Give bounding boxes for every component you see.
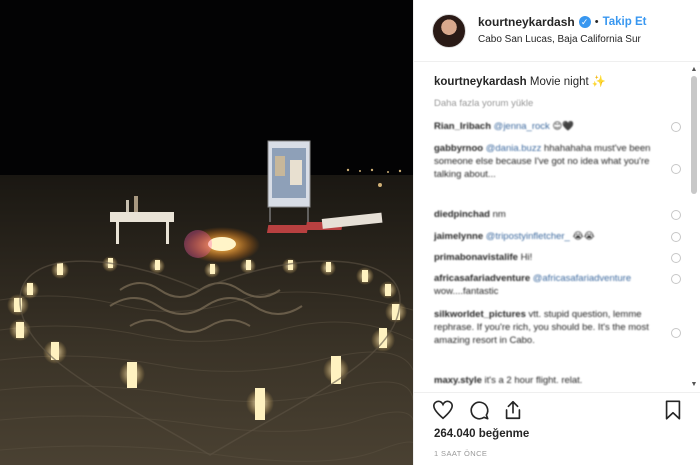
follow-button[interactable]: Takip Et [603, 16, 647, 28]
comment-item: maxy.style it's a 2 hour flight. relat. [434, 374, 654, 387]
comments-scrollbar[interactable]: ▲ ▼ [690, 66, 698, 388]
scrollbar-thumb[interactable] [691, 76, 697, 194]
comment-username[interactable]: maxy.style [434, 375, 482, 386]
comment-text: nm [492, 209, 506, 220]
username-link[interactable]: kourtneykardash [478, 15, 575, 29]
caption-text: Movie night ✨ [529, 76, 607, 88]
verified-badge-icon: ✓ [578, 16, 591, 28]
comment-username[interactable]: silkworldet_pictures [434, 309, 526, 320]
comment-item: africasafariadventure @africasafariadven… [434, 272, 654, 298]
comment-username[interactable]: Rian_Iribach [434, 121, 491, 132]
comment-item: Rian_Iribach @jenna_rock 😊🖤 [434, 120, 654, 133]
comment-like-icon[interactable] [671, 274, 681, 284]
comment-mention[interactable]: @africasafariadventure [533, 273, 631, 284]
caption-username[interactable]: kourtneykardash [434, 76, 527, 88]
comment-username[interactable]: diedpinchad [434, 209, 490, 220]
scroll-down-arrow-icon[interactable]: ▼ [690, 381, 698, 388]
comment-icon[interactable] [468, 399, 490, 421]
comment-mention[interactable]: @dania.buzz [486, 143, 542, 154]
comments-section: kourtneykardash Movie night ✨ Daha fazla… [414, 62, 700, 392]
avatar[interactable] [432, 14, 466, 48]
comment-username[interactable]: primabonavistalife [434, 252, 518, 263]
comment-like-icon[interactable] [671, 253, 681, 263]
beach-movie-night-image [0, 0, 413, 465]
comment-mention[interactable]: @jenna_rock [494, 121, 550, 132]
load-more-comments[interactable]: Daha fazla yorum yükle [434, 98, 533, 109]
comment-username[interactable]: africasafariadventure [434, 273, 530, 284]
post-sidebar: kourtneykardash ✓ • Takip Et Cabo San Lu… [413, 0, 700, 465]
scroll-up-arrow-icon[interactable]: ▲ [690, 66, 698, 73]
comment-item: diedpinchad nm [434, 208, 654, 221]
comment-like-icon[interactable] [671, 122, 681, 132]
comment-mention[interactable]: @tripostyinfletcher_ [486, 231, 570, 242]
comment-text: it's a 2 hour flight. relat. [484, 375, 583, 386]
comment-item: primabonavistalife Hi! [434, 251, 654, 264]
share-icon[interactable] [502, 399, 524, 421]
post-photo[interactable] [0, 0, 413, 465]
comment-item: gabbyrnoo @dania.buzz hhahahaha must've … [434, 142, 654, 181]
comment-like-icon[interactable] [671, 328, 681, 338]
separator-dot: • [594, 16, 599, 28]
comment-item: silkworldet_pictures vtt. stupid questio… [434, 308, 654, 347]
likes-count[interactable]: 264.040 beğenme [434, 428, 529, 440]
comment-username[interactable]: gabbyrnoo [434, 143, 483, 154]
comment-like-icon[interactable] [671, 164, 681, 174]
comment-like-icon[interactable] [671, 232, 681, 242]
header-top-row: kourtneykardash ✓ • Takip Et [478, 15, 646, 29]
location-link[interactable]: Cabo San Lucas, Baja California Sur [478, 34, 641, 45]
comment-text: 😭😭 [569, 231, 595, 242]
comment-text: 😊🖤 [549, 121, 575, 132]
bookmark-icon[interactable] [662, 399, 684, 421]
post-caption: kourtneykardash Movie night ✨ [434, 74, 606, 88]
comment-item: jaimelynne @tripostyinfletcher_ 😭😭 [434, 230, 654, 243]
heart-icon[interactable] [432, 399, 454, 421]
comment-text: Hi! [520, 252, 533, 263]
comment-username[interactable]: jaimelynne [434, 231, 483, 242]
comment-text: wow....fantastic [434, 286, 499, 297]
post-header: kourtneykardash ✓ • Takip Et Cabo San Lu… [414, 0, 700, 62]
action-bar [414, 392, 700, 424]
post-timestamp[interactable]: 1 SAAT ÖNCE [434, 449, 487, 458]
comment-like-icon[interactable] [671, 210, 681, 220]
